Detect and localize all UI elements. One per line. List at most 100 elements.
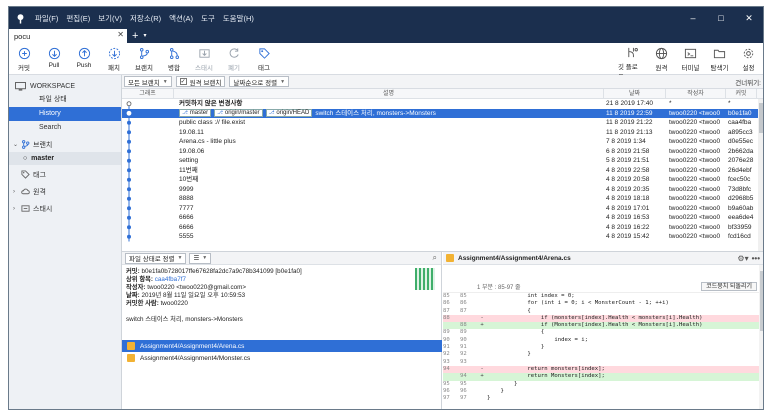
changed-file-row[interactable]: Assignment4/Assignment4/Monster.cs [122, 352, 442, 364]
tb-merge-button[interactable]: 병합 [159, 43, 189, 74]
column-commit[interactable]: 커밋 [726, 89, 757, 98]
old-line-number: 92 [443, 351, 450, 358]
branch-filter-dropdown[interactable]: 모든 브랜치 ▼ [124, 76, 172, 87]
tag-icon [21, 170, 33, 179]
minimize-button[interactable]: – [679, 7, 707, 29]
search-icon[interactable]: ⌕ [433, 253, 441, 263]
maximize-button[interactable]: □ [707, 7, 735, 29]
tb-branch-button[interactable]: 브랜치 [129, 43, 159, 74]
commit-author: twoo0220 <twoo0 [669, 176, 721, 183]
table-row[interactable]: 5555 4 8 2019 15:42 twoo0220 <twoo0 fcd16cd [122, 232, 758, 242]
tab-pocu[interactable]: pocu ✕ [9, 29, 127, 43]
merge-icon [167, 46, 181, 60]
close-window-button[interactable]: ✕ [735, 7, 763, 29]
table-row[interactable]: 9999 4 8 2019 20:35 twoo0220 <twoo0 73d8bfc [122, 185, 758, 195]
menu-item-2[interactable]: 보기(V) [94, 13, 126, 24]
tb-arrow-up-circle-button[interactable]: Push [69, 43, 99, 74]
column-author[interactable]: 작성자 [666, 89, 726, 98]
branches-group[interactable]: ⌄ 브랜치 [9, 137, 121, 152]
column-graph[interactable]: 그래프 [122, 89, 174, 98]
diff-line: 87 87 { [443, 308, 763, 315]
sidebar-item-1[interactable]: History [9, 107, 121, 121]
menu-item-1[interactable]: 편집(E) [62, 13, 94, 24]
parent-link[interactable]: caa4fba7f7 [155, 276, 186, 283]
stash-icon [197, 46, 211, 60]
old-line-number: 94 [443, 365, 450, 372]
ref-label[interactable]: ⎇ master [179, 109, 212, 118]
ref-name: origin/HEAD [276, 109, 310, 116]
table-row[interactable]: 19.08.06 6 8 2019 21:58 twoo0220 <twoo0 2b6… [122, 147, 758, 157]
menu-item-4[interactable]: 액션(A) [165, 13, 197, 24]
table-row[interactable]: 6666 4 8 2019 16:22 twoo0220 <twoo0 bf33959 [122, 223, 758, 233]
sidebar-branch-master[interactable]: ○ master [9, 152, 121, 165]
git-flow-icon [626, 46, 640, 59]
sort-order-dropdown[interactable]: 날짜순으로 정렬 ▼ [229, 76, 290, 87]
tab-dropdown-icon[interactable]: ▾ [143, 29, 146, 43]
tb-arrow-down-dashed-button[interactable]: 패치 [99, 43, 129, 74]
tbr-gear-button[interactable]: 설정 [734, 43, 763, 74]
table-row[interactable]: 11번째 4 8 2019 22:58 twoo0220 <twoo0 26d4ebf [122, 166, 758, 176]
tbr-folder-button[interactable]: 탐색기 [705, 43, 734, 74]
tb-tag-button[interactable]: 태그 [249, 43, 279, 74]
tab-close-icon[interactable]: ✕ [117, 30, 124, 39]
toolbar-button-label: 탐색기 [710, 65, 729, 72]
checkbox-icon[interactable]: ✓ [179, 78, 187, 85]
table-row[interactable]: 10번째 4 8 2019 20:58 twoo0220 <twoo0 fcec50c [122, 175, 758, 185]
tb-arrow-down-circle-button[interactable]: Pull [39, 43, 69, 74]
new-line-number [460, 315, 477, 322]
ref-label[interactable]: ⎇ origin/HEAD [265, 109, 313, 118]
commit-date: 4 8 2019 20:58 [606, 176, 650, 183]
table-row[interactable]: 7777 4 8 2019 17:01 twoo0220 <twoo0 b9a60ab [122, 204, 758, 214]
commit-date: 4 8 2019 20:35 [606, 185, 650, 193]
graph-cell [122, 128, 174, 138]
menu-item-3[interactable]: 저장소(R) [126, 13, 165, 24]
branch-icon [21, 140, 33, 149]
table-row[interactable]: Arena.cs - little plus 7 8 2019 1:34 twoo0… [122, 137, 758, 147]
table-row[interactable]: 19.08.11 11 8 2019 21:13 twoo0220 <twoo0 a8… [122, 128, 758, 138]
view-mode-dropdown[interactable]: ☰ ▼ [189, 252, 212, 264]
commit-hash-label: 커밋: [126, 268, 140, 275]
stashes-group[interactable]: › 스태시 [9, 201, 121, 216]
commit-hash: * [728, 100, 731, 107]
tbr-terminal-button[interactable]: 터미널 [676, 43, 705, 74]
ref-label[interactable]: ⎇ origin/master [214, 109, 263, 118]
table-row[interactable]: public class :// file.exist 11 8 2019 21:… [122, 118, 758, 128]
menu-item-5[interactable]: 도구 [197, 13, 219, 24]
table-row[interactable]: ⎇ master ⎇ origin/master ⎇ origin/HEAD switch … [122, 108, 758, 118]
tags-group[interactable]: 태그 [9, 167, 121, 182]
toolbar-button-label: 병합 [168, 65, 180, 72]
commit-date: 5 8 2019 21:51 [606, 157, 650, 164]
remote-branches-toggle[interactable]: ✓ 원격 브랜치 [175, 76, 226, 87]
history-scrollbar[interactable] [758, 99, 763, 251]
diff-marker [477, 308, 487, 315]
table-row[interactable]: setting 5 8 2019 21:51 twoo0220 <twoo0 2076… [122, 156, 758, 166]
table-row[interactable]: 커밋하지 않은 변경사항 21 8 2019 17:40 * * [122, 99, 758, 109]
tbr-globe-button[interactable]: 원격 [647, 43, 676, 74]
file-sort-dropdown[interactable]: 파일 상태로 정렬 ▼ [125, 252, 187, 264]
gear-icon[interactable]: ⚙▾ [737, 254, 751, 263]
tb-plus-circle-button[interactable]: 커밋 [9, 43, 39, 74]
scrollbar-thumb[interactable] [760, 271, 763, 331]
menu-item-6[interactable]: 도움말(H) [219, 13, 258, 24]
menu-item-0[interactable]: 파일(F) [31, 13, 62, 24]
more-icon[interactable]: ••• [752, 254, 763, 263]
sidebar-item-2[interactable]: Search [9, 121, 121, 135]
discard-hunk-button[interactable]: 코드뭉치 되돌리기 [701, 282, 757, 291]
scrollbar-thumb[interactable] [759, 103, 763, 133]
column-date[interactable]: 날짜 [604, 89, 666, 98]
plus-circle-icon [17, 46, 31, 60]
diff-scrollbar[interactable] [759, 265, 763, 409]
old-line-number: 96 [443, 387, 450, 394]
tbr-git-flow-button[interactable]: 깃 플로우... [618, 43, 647, 81]
table-row[interactable]: 6666 4 8 2019 16:53 twoo0220 <twoo0 eea6de4 [122, 213, 758, 223]
changed-file-row[interactable]: Assignment4/Assignment4/Arena.cs [122, 340, 442, 352]
toolbar-button-label: 커밋 [18, 65, 30, 72]
sidebar-item-0[interactable]: 파일 상태 [9, 93, 121, 107]
new-tab-button[interactable]: + [127, 29, 143, 43]
diff-line: 88 + if (Monsters[index].Health < Monster… [443, 322, 763, 330]
remotes-group[interactable]: › 원격 [9, 184, 121, 199]
table-row[interactable]: 8888 4 8 2019 18:18 twoo0220 <twoo0 d2968b5 [122, 194, 758, 204]
toolbar-button-label: Push [76, 62, 92, 69]
commit-description: 9999 [174, 185, 604, 195]
column-description[interactable]: 설명 [174, 89, 604, 98]
